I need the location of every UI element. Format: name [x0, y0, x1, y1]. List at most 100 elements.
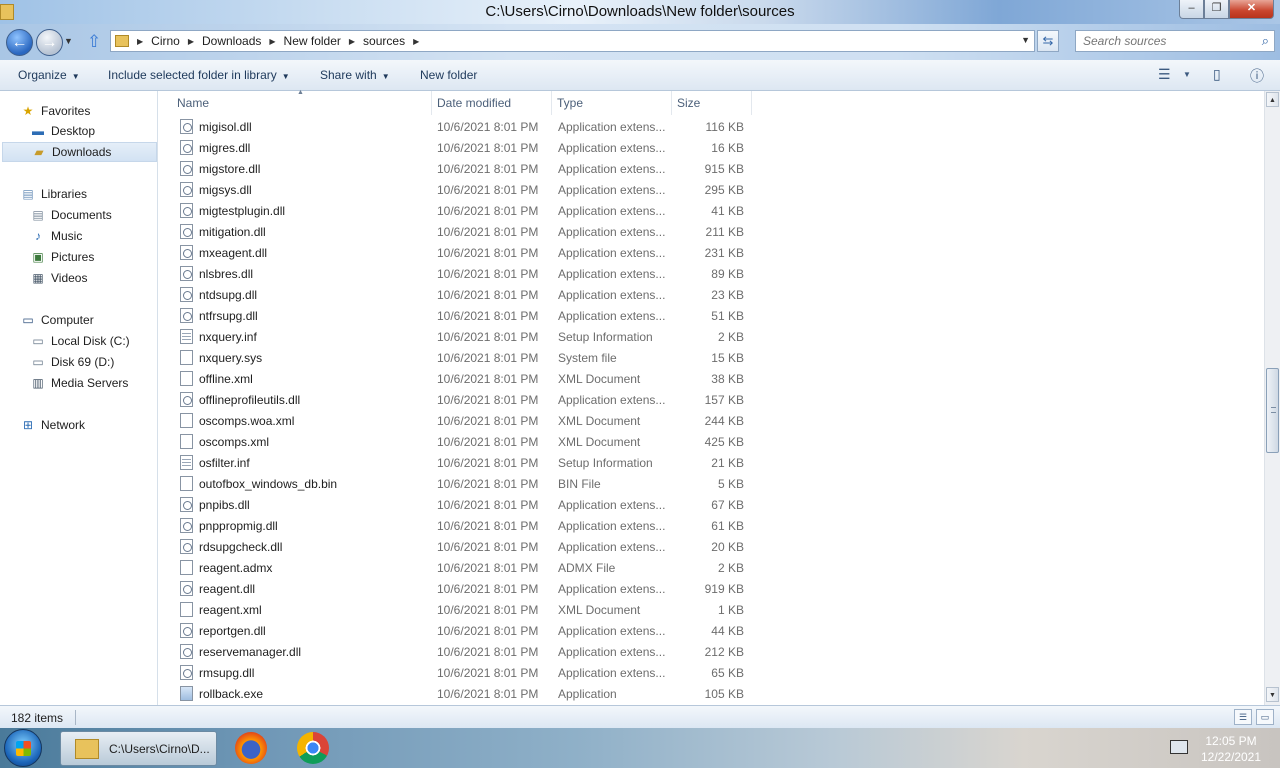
up-folder-button[interactable]: ⇧ [87, 32, 101, 52]
file-row[interactable]: migstore.dll 10/6/2021 8:01 PM Application… [170, 158, 760, 179]
scroll-down-button[interactable]: ▼ [1266, 687, 1279, 702]
nav-media-servers[interactable]: ▥ Media Servers [0, 373, 128, 393]
file-row[interactable]: reagent.xml 10/6/2021 8:01 PM XML Document… [170, 599, 760, 620]
file-row[interactable]: oscomps.woa.xml 10/6/2021 8:01 PM XML Docu… [170, 410, 760, 431]
column-header-name[interactable]: Name [172, 91, 432, 115]
file-dll-icon [180, 623, 193, 638]
system-clock[interactable]: 12:05 PM 12/22/2021 [1196, 733, 1266, 765]
breadcrumb-downloads[interactable]: Downloads [202, 34, 261, 48]
file-dll-icon [180, 287, 193, 302]
firefox-icon[interactable] [235, 732, 267, 764]
search-input[interactable] [1076, 31, 1246, 51]
file-row[interactable]: reagent.dll 10/6/2021 8:01 PM Application … [170, 578, 760, 599]
address-history-dropdown[interactable]: ▼ [1021, 35, 1030, 45]
file-row[interactable]: reportgen.dll 10/6/2021 8:01 PM Applicatio… [170, 620, 760, 641]
file-date: 10/6/2021 8:01 PM [437, 182, 539, 197]
back-button[interactable]: ← [6, 29, 33, 56]
chevron-right-icon[interactable]: ▶ [413, 37, 419, 46]
file-row[interactable]: ntdsupg.dll 10/6/2021 8:01 PM Application … [170, 284, 760, 305]
taskbar-explorer-window[interactable]: C:\Users\Cirno\D... [60, 731, 217, 766]
file-row[interactable]: rdsupgcheck.dll 10/6/2021 8:01 PM Applicat… [170, 536, 760, 557]
windows-logo-icon [16, 741, 31, 756]
address-bar[interactable]: ▶ Cirno ▶ Downloads ▶ New folder ▶ sourc… [110, 30, 1035, 52]
nav-music[interactable]: ♪ Music [0, 226, 82, 246]
chevron-right-icon[interactable]: ▶ [269, 37, 275, 46]
file-row[interactable]: rollback.exe 10/6/2021 8:01 PM Application… [170, 683, 760, 704]
vertical-scrollbar[interactable]: ▲ ▼ [1264, 91, 1280, 705]
close-button[interactable]: ✕ [1229, 0, 1274, 19]
file-row[interactable]: nxquery.sys 10/6/2021 8:01 PM System file 1… [170, 347, 760, 368]
file-name: rollback.exe [199, 686, 264, 701]
column-header-type[interactable]: Type [552, 91, 672, 115]
file-row[interactable]: mitigation.dll 10/6/2021 8:01 PM Applicati… [170, 221, 760, 242]
chevron-right-icon[interactable]: ▶ [188, 37, 194, 46]
file-row[interactable]: migres.dll 10/6/2021 8:01 PM Application e… [170, 137, 760, 158]
column-header-date[interactable]: Date modified [432, 91, 552, 115]
file-row[interactable]: osfilter.inf 10/6/2021 8:01 PM Setup Infor… [170, 452, 760, 473]
nav-videos[interactable]: ▦ Videos [0, 268, 87, 288]
start-button[interactable] [4, 729, 42, 767]
file-row[interactable]: oscomps.xml 10/6/2021 8:01 PM XML Document… [170, 431, 760, 452]
search-icon[interactable]: ⌕ [1262, 33, 1269, 49]
nav-libraries[interactable]: ▤ Libraries [0, 184, 87, 204]
view-options-icon[interactable]: ☰ [1158, 66, 1171, 83]
chrome-icon[interactable] [297, 732, 329, 764]
preview-pane-icon[interactable]: ▯ [1213, 66, 1221, 83]
file-row[interactable]: rmsupg.dll 10/6/2021 8:01 PM Application e… [170, 662, 760, 683]
file-type: Application extens... [558, 623, 666, 638]
column-header-size[interactable]: Size [672, 91, 752, 115]
nav-label: Downloads [52, 145, 112, 159]
nav-documents[interactable]: ▤ Documents [0, 205, 111, 225]
organize-button[interactable]: Organize ▼ [18, 68, 80, 82]
network-tray-icon[interactable] [1170, 740, 1188, 754]
nav-favorites[interactable]: ★ Favorites [0, 101, 91, 121]
file-row[interactable]: pnppropmig.dll 10/6/2021 8:01 PM Applicati… [170, 515, 760, 536]
file-row[interactable]: migisol.dll 10/6/2021 8:01 PM Application … [170, 116, 760, 137]
nav-computer[interactable]: ▭ Computer [0, 310, 93, 330]
file-dll-icon [180, 203, 193, 218]
file-row[interactable]: offlineprofileutils.dll 10/6/2021 8:01 PM… [170, 389, 760, 410]
nav-downloads[interactable]: ▰ Downloads [2, 142, 157, 162]
chevron-right-icon[interactable]: ▶ [349, 37, 355, 46]
file-row[interactable]: reservemanager.dll 10/6/2021 8:01 PM Appli… [170, 641, 760, 662]
nav-local-disk[interactable]: ▭ Local Disk (C:) [0, 331, 129, 351]
file-row[interactable]: mxeagent.dll 10/6/2021 8:01 PM Application… [170, 242, 760, 263]
search-box[interactable]: ⌕ [1075, 30, 1275, 52]
refresh-button[interactable]: ⇆ [1037, 30, 1059, 52]
caret-down-icon[interactable]: ▼ [1183, 70, 1191, 79]
breadcrumb-new-folder[interactable]: New folder [284, 34, 341, 48]
videos-icon: ▦ [32, 271, 44, 285]
file-row[interactable]: ntfrsupg.dll 10/6/2021 8:01 PM Application… [170, 305, 760, 326]
chevron-right-icon[interactable]: ▶ [137, 37, 143, 46]
minimize-button[interactable]: – [1179, 0, 1204, 19]
file-row[interactable]: migsys.dll 10/6/2021 8:01 PM Application e… [170, 179, 760, 200]
details-view-button[interactable]: ☰ [1234, 709, 1252, 725]
help-icon[interactable]: ⓘ [1250, 66, 1264, 86]
file-row[interactable]: reagent.admx 10/6/2021 8:01 PM ADMX File 2 … [170, 557, 760, 578]
nav-disk-69[interactable]: ▭ Disk 69 (D:) [0, 352, 114, 372]
maximize-button[interactable]: ❐ [1204, 0, 1229, 19]
file-row[interactable]: offline.xml 10/6/2021 8:01 PM XML Document… [170, 368, 760, 389]
file-name-cell: rdsupgcheck.dll [180, 539, 282, 554]
new-folder-button[interactable]: New folder [420, 68, 477, 82]
scroll-up-button[interactable]: ▲ [1266, 92, 1279, 107]
file-row[interactable]: nlsbres.dll 10/6/2021 8:01 PM Application … [170, 263, 760, 284]
file-row[interactable]: nxquery.inf 10/6/2021 8:01 PM Setup Inform… [170, 326, 760, 347]
file-row[interactable]: migtestplugin.dll 10/6/2021 8:01 PM Applic… [170, 200, 760, 221]
scroll-thumb[interactable] [1266, 368, 1279, 453]
include-in-library-button[interactable]: Include selected folder in library ▼ [108, 68, 290, 82]
nav-pictures[interactable]: ▣ Pictures [0, 247, 94, 267]
forward-button[interactable]: → [36, 29, 63, 56]
tiles-view-button[interactable]: ▭ [1256, 709, 1274, 725]
nav-network[interactable]: ⊞ Network [0, 415, 85, 435]
breadcrumb-cirno[interactable]: Cirno [151, 34, 180, 48]
nav-label: Desktop [51, 124, 96, 138]
share-with-button[interactable]: Share with ▼ [320, 68, 390, 82]
file-name-cell: migres.dll [180, 140, 250, 155]
breadcrumb-sources[interactable]: sources [363, 34, 405, 48]
nav-desktop[interactable]: ▬ Desktop [0, 121, 95, 141]
recent-pages-dropdown[interactable]: ▼ [64, 36, 73, 46]
file-row[interactable]: pnpibs.dll 10/6/2021 8:01 PM Application e… [170, 494, 760, 515]
file-date: 10/6/2021 8:01 PM [437, 392, 539, 407]
file-row[interactable]: outofbox_windows_db.bin 10/6/2021 8:01 PM… [170, 473, 760, 494]
